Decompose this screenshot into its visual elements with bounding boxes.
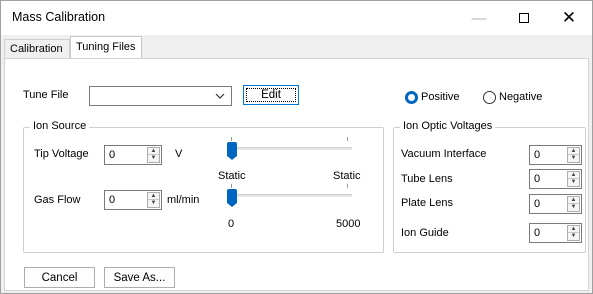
ion-optic-voltages-title: Ion Optic Voltages xyxy=(400,120,496,132)
plate-lens-label: Plate Lens xyxy=(401,197,453,209)
save-as-button[interactable]: Save As... xyxy=(104,267,175,288)
tab-strip: Calibration Tuning Files xyxy=(1,35,592,60)
spinner-arrows[interactable]: ▲ ▼ xyxy=(567,147,580,163)
slider-tick xyxy=(347,137,348,141)
title-bar: Mass Calibration — ✕ xyxy=(1,1,592,35)
gas-flow-value: 0 xyxy=(109,194,116,206)
spin-down-icon[interactable]: ▼ xyxy=(568,179,579,186)
slider-track xyxy=(227,194,352,197)
spin-up-icon[interactable]: ▲ xyxy=(568,197,579,204)
tip-voltage-slider-min: Static xyxy=(218,170,246,182)
slider-tick xyxy=(231,137,232,141)
tab-tuning-files[interactable]: Tuning Files xyxy=(70,36,142,60)
spin-up-icon[interactable]: ▲ xyxy=(568,226,579,233)
gas-flow-spinner[interactable]: 0 ▲ ▼ xyxy=(104,190,162,210)
spinner-arrows[interactable]: ▲ ▼ xyxy=(567,225,580,241)
slider-track xyxy=(227,147,352,150)
tip-voltage-unit: V xyxy=(175,148,183,160)
plate-lens-spinner[interactable]: 0 ▲ ▼ xyxy=(529,194,582,214)
tab-calibration[interactable]: Calibration xyxy=(4,39,70,60)
maximize-icon xyxy=(519,13,529,23)
spin-up-icon[interactable]: ▲ xyxy=(568,148,579,155)
gas-flow-slider-max: 5000 xyxy=(336,218,361,230)
tip-voltage-slider[interactable] xyxy=(227,137,352,161)
close-icon: ✕ xyxy=(561,8,577,27)
cancel-button[interactable]: Cancel xyxy=(24,267,95,288)
chevron-down-icon xyxy=(215,93,225,99)
spinner-arrows[interactable]: ▲ ▼ xyxy=(147,192,160,208)
plate-lens-value: 0 xyxy=(534,198,541,210)
spin-down-icon[interactable]: ▼ xyxy=(568,233,579,240)
spin-up-icon[interactable]: ▲ xyxy=(148,193,159,200)
minimize-icon: — xyxy=(471,9,487,27)
tip-voltage-label: Tip Voltage xyxy=(34,148,89,160)
maximize-button[interactable] xyxy=(501,1,547,35)
spin-down-icon[interactable]: ▼ xyxy=(148,155,159,162)
slider-tick xyxy=(231,184,232,188)
window-title: Mass Calibration xyxy=(12,10,106,24)
slider-thumb[interactable] xyxy=(227,189,237,207)
vacuum-interface-value: 0 xyxy=(534,149,541,161)
focus-rectangle xyxy=(246,88,296,102)
spinner-arrows[interactable]: ▲ ▼ xyxy=(147,147,160,163)
minimize-button[interactable]: — xyxy=(456,1,502,35)
gas-flow-slider-min: 0 xyxy=(228,218,235,230)
spinner-arrows[interactable]: ▲ ▼ xyxy=(567,196,580,212)
tune-file-dropdown[interactable] xyxy=(89,86,232,106)
gas-flow-label: Gas Flow xyxy=(34,194,81,206)
spin-down-icon[interactable]: ▼ xyxy=(568,204,579,211)
tip-voltage-spinner[interactable]: 0 ▲ ▼ xyxy=(104,145,162,165)
edit-button[interactable]: Edit xyxy=(243,85,299,105)
close-button[interactable]: ✕ xyxy=(546,1,592,35)
tip-voltage-value: 0 xyxy=(109,149,116,161)
mass-calibration-window: Mass Calibration — ✕ Calibration Tuning … xyxy=(0,0,593,294)
tip-voltage-slider-max: Static xyxy=(333,170,361,182)
tune-file-label: Tune File xyxy=(23,89,69,101)
vacuum-interface-spinner[interactable]: 0 ▲ ▼ xyxy=(529,145,582,165)
spin-up-icon[interactable]: ▲ xyxy=(568,172,579,179)
gas-flow-unit: ml/min xyxy=(167,194,200,206)
positive-radio[interactable] xyxy=(405,91,418,104)
slider-thumb[interactable] xyxy=(227,142,237,160)
spin-down-icon[interactable]: ▼ xyxy=(148,200,159,207)
spin-up-icon[interactable]: ▲ xyxy=(148,148,159,155)
save-as-button-label: Save As... xyxy=(113,271,166,284)
ion-guide-spinner[interactable]: 0 ▲ ▼ xyxy=(529,223,582,243)
tube-lens-label: Tube Lens xyxy=(401,173,453,185)
cancel-button-label: Cancel xyxy=(41,271,78,284)
ion-source-title: Ion Source xyxy=(30,120,90,132)
slider-tick xyxy=(347,184,348,188)
negative-label: Negative xyxy=(499,91,543,103)
gas-flow-slider[interactable] xyxy=(227,184,352,208)
vacuum-interface-label: Vacuum Interface xyxy=(401,148,487,160)
ion-guide-value: 0 xyxy=(534,227,541,239)
negative-radio[interactable] xyxy=(483,91,496,104)
positive-label: Positive xyxy=(421,91,460,103)
tube-lens-value: 0 xyxy=(534,173,541,185)
ion-guide-label: Ion Guide xyxy=(401,227,449,239)
spin-down-icon[interactable]: ▼ xyxy=(568,155,579,162)
tube-lens-spinner[interactable]: 0 ▲ ▼ xyxy=(529,169,582,189)
spinner-arrows[interactable]: ▲ ▼ xyxy=(567,171,580,187)
